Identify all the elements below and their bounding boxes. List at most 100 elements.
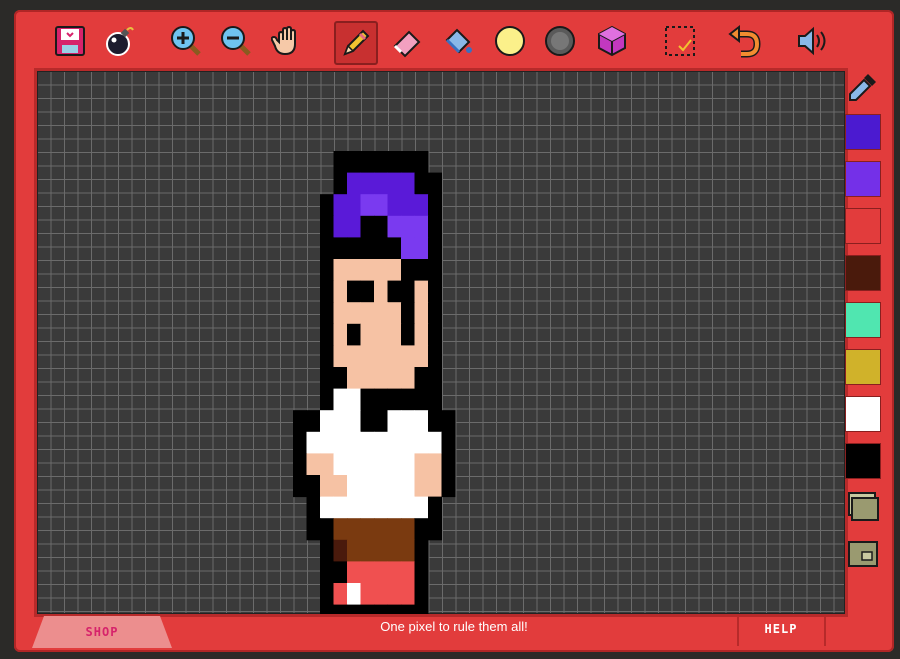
pan-button[interactable] [270,23,306,59]
sprite-pixel [347,237,361,260]
color-swatch[interactable] [845,208,881,244]
sprite-pixel [387,302,402,325]
sprite-pixel [401,215,415,238]
sprite-pixel [374,410,388,433]
sprite-pixel [347,561,361,584]
clear-button[interactable] [102,23,138,59]
sprite-pixel [360,583,375,606]
sprite-pixel [387,215,402,238]
hand-icon [271,25,296,56]
sprite-pixel [320,194,334,217]
sprite-pixel [347,215,361,238]
save-button[interactable] [52,23,88,59]
color-swatch[interactable] [845,161,881,197]
dark-color-button[interactable] [542,23,578,59]
sprite-pixel [387,323,402,346]
sprite-pixel [428,237,442,260]
sprite-pixel [414,194,429,217]
sprite-pixel [414,453,429,476]
sprite-pixel [374,172,388,195]
color-swatch[interactable] [845,255,881,291]
sprite-pixel [320,453,334,476]
sprite-pixel [401,280,415,303]
sprite-pixel [360,280,375,303]
sprite-pixel [374,215,388,238]
color-swatch[interactable] [845,349,881,385]
fill-button[interactable] [440,23,476,59]
sprite-pixel [401,561,415,584]
sprite-pixel [401,237,415,260]
sprite-pixel [333,280,348,303]
sprite-pixel [320,323,334,346]
sprite-pixel [293,410,307,433]
sprite-pixel [347,388,361,411]
light-color-button[interactable] [492,23,528,59]
zoom-in-button[interactable] [168,23,204,59]
frame-button[interactable] [846,538,882,574]
sprite-pixel [401,323,415,346]
sprite-pixel [414,388,429,411]
sprite-pixel [320,518,334,541]
pencil-button[interactable] [334,21,378,65]
sprite-pixel [374,539,388,562]
sprite-pixel [320,410,334,433]
eyedropper-icon [849,74,876,101]
sprite-pixel [401,302,415,325]
floppy-disk-icon [55,26,85,56]
sprite-pixel [428,215,442,238]
sprite-pixel [333,172,348,195]
cube-button[interactable] [594,23,630,59]
eraser-icon [393,30,421,58]
sprite-pixel [401,151,415,174]
sprite-pixel [414,496,429,519]
sprite-pixel [293,431,307,454]
color-swatch[interactable] [845,114,881,150]
sprite-pixel [360,388,375,411]
sprite-pixel [374,367,388,390]
sprite-pixel [306,431,321,454]
sprite-pixel [360,453,375,476]
sprite-pixel [401,583,415,606]
sprite-pixel [320,237,334,260]
sound-button[interactable] [794,23,830,59]
select-button[interactable] [662,23,698,59]
pixel-canvas[interactable] [34,68,848,617]
sprite-pixel [320,388,334,411]
sprite-pixel [414,215,429,238]
shop-tab[interactable]: SHOP [32,616,172,648]
sprite-pixel [347,496,361,519]
dark-circle-icon [545,26,575,56]
sprite-pixel [306,518,321,541]
eraser-button[interactable] [390,23,426,59]
color-swatch[interactable] [845,302,881,338]
sprite-pixel [333,215,348,238]
color-swatch[interactable] [845,443,881,479]
sprite-pixel [360,302,375,325]
sprite-pixel [320,280,334,303]
help-button[interactable]: HELP [744,622,818,636]
sprite-pixel [333,496,348,519]
sprite-pixel [333,388,348,411]
sprite-pixel [347,431,361,454]
sprite-pixel [360,539,375,562]
sprite-pixel [414,475,429,498]
sprite-pixel [320,561,334,584]
color-swatch[interactable] [845,396,881,432]
sprite-pixel [374,323,388,346]
selection-icon [665,26,695,56]
sprite-pixel [387,431,402,454]
zoom-out-button[interactable] [218,23,254,59]
sprite-pixel [428,194,442,217]
sprite-pixel [320,259,334,282]
cube-icon [598,25,626,57]
layers-button[interactable] [846,490,882,526]
eyedropper-button[interactable] [846,70,882,106]
sprite-pixel [360,237,375,260]
sprite-pixel [306,475,321,498]
undo-button[interactable] [726,23,762,59]
sprite-pixel [347,151,361,174]
sprite-pixel [387,475,402,498]
sprite-pixel [333,151,348,174]
sprite-pixel [347,475,361,498]
sprite-pixel [333,453,348,476]
